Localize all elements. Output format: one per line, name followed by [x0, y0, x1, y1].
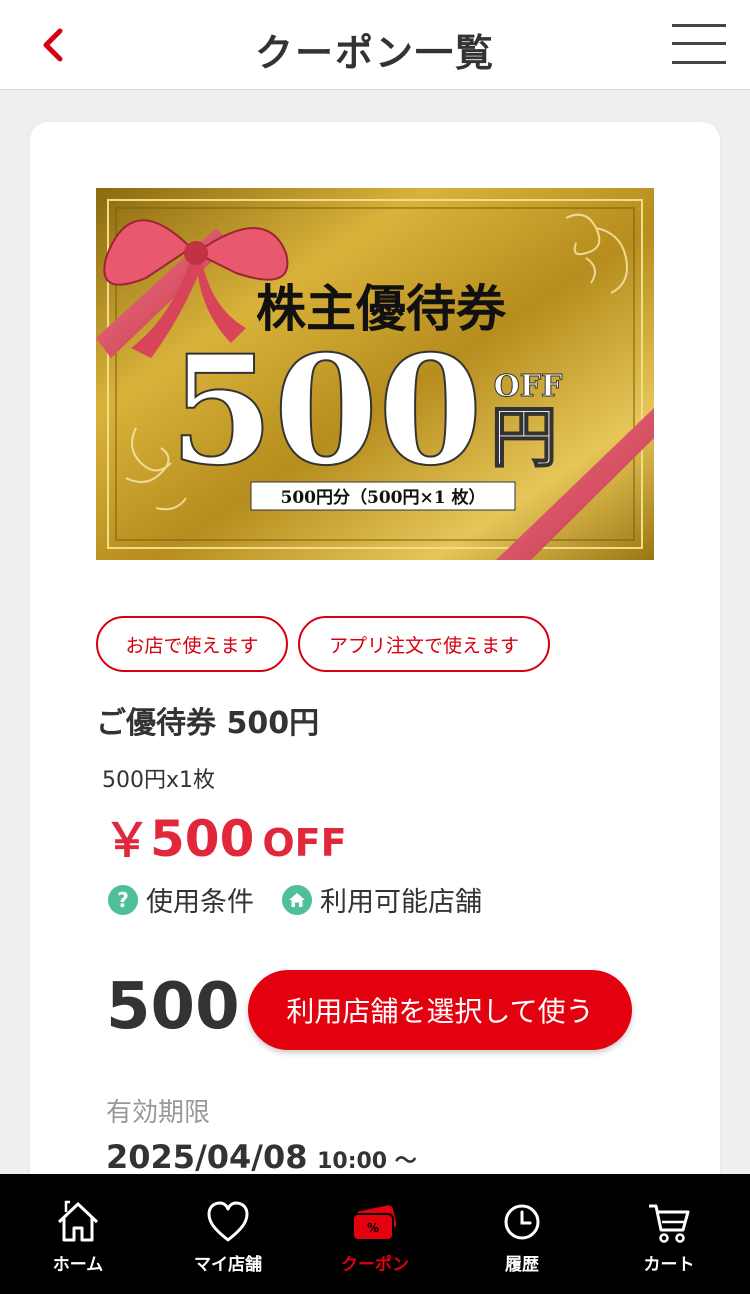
- usage-conditions-link[interactable]: ? 使用条件: [108, 880, 254, 919]
- store-home-icon: [282, 884, 312, 915]
- nav-home-label: ホーム: [52, 1255, 104, 1275]
- tag-app-order: アプリ注文で使えます: [298, 616, 550, 672]
- question-icon: ?: [108, 884, 138, 915]
- voucher-amount: 500: [169, 323, 482, 499]
- available-stores-link[interactable]: 利用可能店舗: [282, 880, 482, 919]
- nav-history[interactable]: 履歴: [447, 1174, 597, 1294]
- usage-conditions-label: 使用条件: [146, 887, 254, 918]
- coupon-image: 株主優待券 500 OFF 円 500円分（500円×1 枚）: [96, 188, 654, 560]
- available-stores-label: 利用可能店舗: [320, 887, 482, 918]
- coupon-card: 株主優待券 500 OFF 円 500円分（500円×1 枚） お店で使えます …: [30, 122, 720, 1262]
- nav-my-store[interactable]: マイ店舗: [153, 1174, 303, 1294]
- app-header: クーポン一覧: [0, 0, 750, 90]
- nav-my-store-label: マイ店舗: [194, 1255, 262, 1275]
- coupon-icon: %: [352, 1205, 397, 1241]
- coupon-title: ご優待券 500円: [96, 706, 320, 741]
- menu-line: [672, 42, 726, 45]
- expiry-date: 2025/04/08: [106, 1138, 308, 1176]
- nav-coupon[interactable]: % クーポン: [300, 1174, 450, 1294]
- heart-icon: [207, 1201, 249, 1242]
- discount-price: ￥500 OFF: [104, 804, 347, 870]
- required-points: 500: [106, 970, 240, 1044]
- menu-line: [672, 61, 726, 64]
- bottom-navigation: ホーム マイ店舗 % クーポン 履歴 カート: [0, 1174, 750, 1294]
- clock-icon: [504, 1204, 540, 1240]
- expiry-value: 2025/04/08 10:00 ～: [106, 1138, 417, 1176]
- select-store-use-button[interactable]: 利用店舗を選択して使う: [248, 970, 632, 1050]
- svg-text:%: %: [367, 1221, 379, 1235]
- voucher-yen-text: 円: [491, 398, 557, 476]
- home-icon: [57, 1200, 99, 1242]
- cart-icon: [649, 1204, 690, 1243]
- hamburger-menu-button[interactable]: [672, 20, 728, 68]
- nav-coupon-label: クーポン: [341, 1255, 409, 1275]
- page-title: クーポン一覧: [254, 31, 495, 75]
- nav-home[interactable]: ホーム: [3, 1174, 153, 1294]
- nav-history-label: 履歴: [505, 1255, 539, 1275]
- price-currency: ￥: [104, 813, 150, 867]
- expiry-label: 有効期限: [106, 1098, 211, 1128]
- voucher-caption: 500円分（500円×1 枚）: [281, 487, 486, 508]
- coupon-subtitle: 500円x1枚: [102, 768, 216, 793]
- nav-cart-label: カート: [643, 1255, 695, 1275]
- gold-voucher-graphic: 株主優待券 500 OFF 円 500円分（500円×1 枚）: [96, 188, 654, 560]
- tag-in-store: お店で使えます: [96, 616, 288, 672]
- price-amount: 500: [150, 810, 255, 868]
- price-suffix: OFF: [262, 821, 347, 865]
- expiry-time: 10:00 ～: [317, 1149, 417, 1174]
- menu-line: [672, 24, 726, 27]
- nav-cart[interactable]: カート: [594, 1174, 744, 1294]
